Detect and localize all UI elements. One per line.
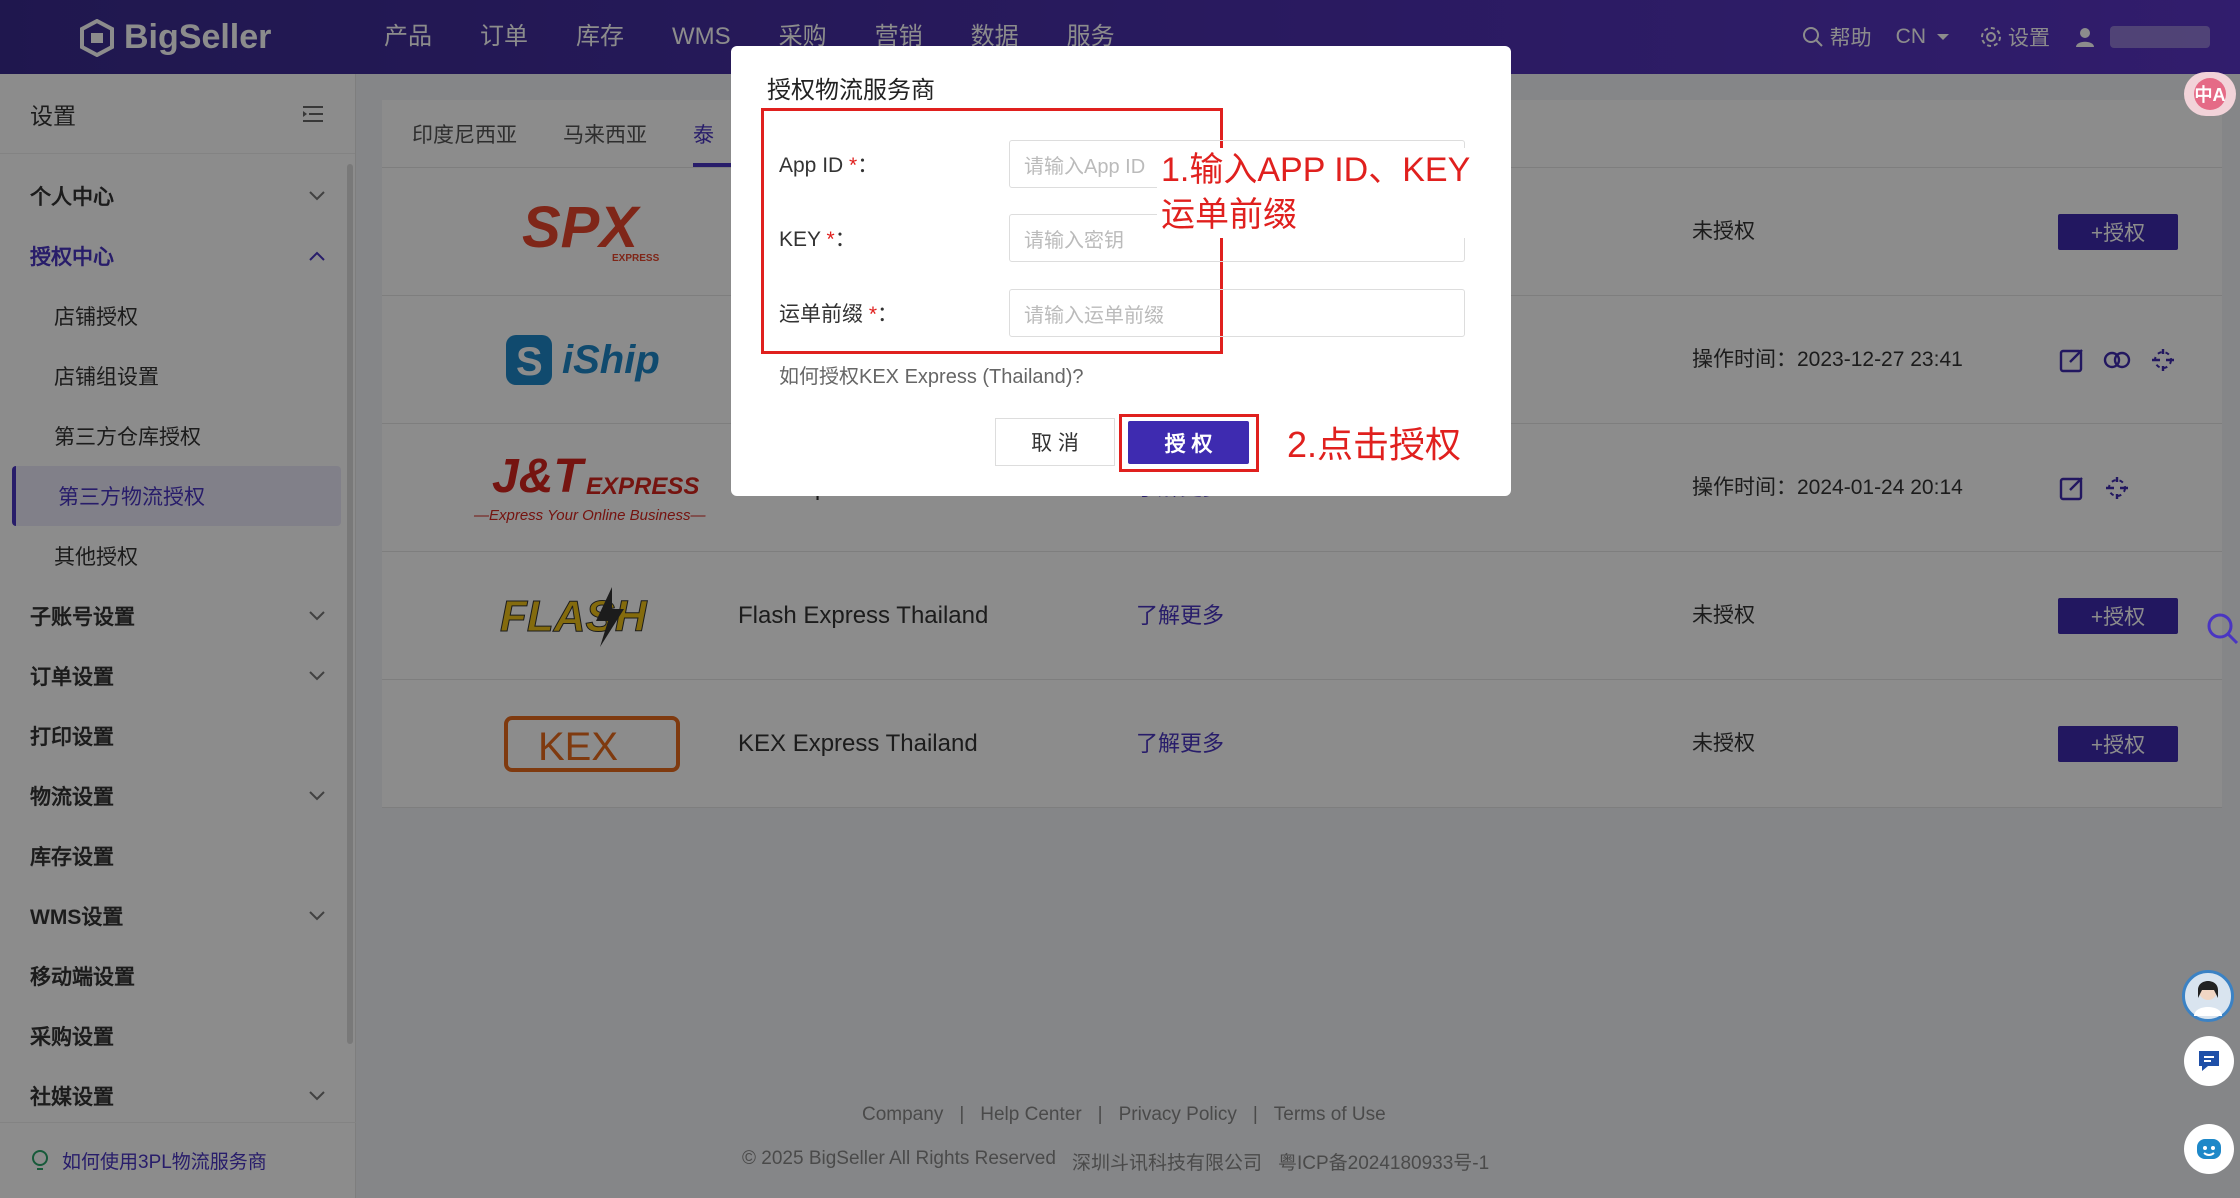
modal-title: 授权物流服务商 [767,77,935,104]
chat-button[interactable] [2184,1036,2234,1086]
chat-icon [2199,1051,2219,1071]
annotation-step1-line1: 1.输入APP ID、KEY [1161,151,1471,189]
authorize-provider-modal: 授权物流服务商 App ID *： 请输入App ID KEY *： 请输入密钥… [731,46,1511,496]
annotation-step1-line2: 运单前缀 [1161,196,1297,234]
bot-icon [2197,1139,2221,1159]
waybill-prefix-input[interactable]: 请输入运单前缀 [1009,289,1465,337]
authorize-confirm-button[interactable]: 授 权 [1128,421,1249,464]
waybill-prefix-label: 运单前缀 *： [779,303,899,326]
key-label: KEY *： [779,228,856,251]
agent-avatar-icon [2194,981,2222,1016]
form-row-waybill-prefix: 运单前缀 *： 请输入运单前缀 [779,289,1465,337]
app-id-label: App ID *： [779,154,879,177]
cancel-button[interactable]: 取 消 [995,418,1115,466]
annotation-step1: 1.输入APP ID、KEY 运单前缀 [1157,148,1475,238]
how-to-authorize-link[interactable]: 如何授权KEX Express (Thailand)? [779,360,1084,389]
support-agent-avatar[interactable] [2182,970,2234,1022]
floating-search-icon[interactable] [2206,612,2240,646]
translate-button[interactable]: 中A [2184,72,2236,116]
assistant-bot-button[interactable] [2184,1124,2234,1174]
translate-icon: 中A [2194,78,2226,110]
annotation-step2: 2.点击授权 [1287,424,1462,465]
